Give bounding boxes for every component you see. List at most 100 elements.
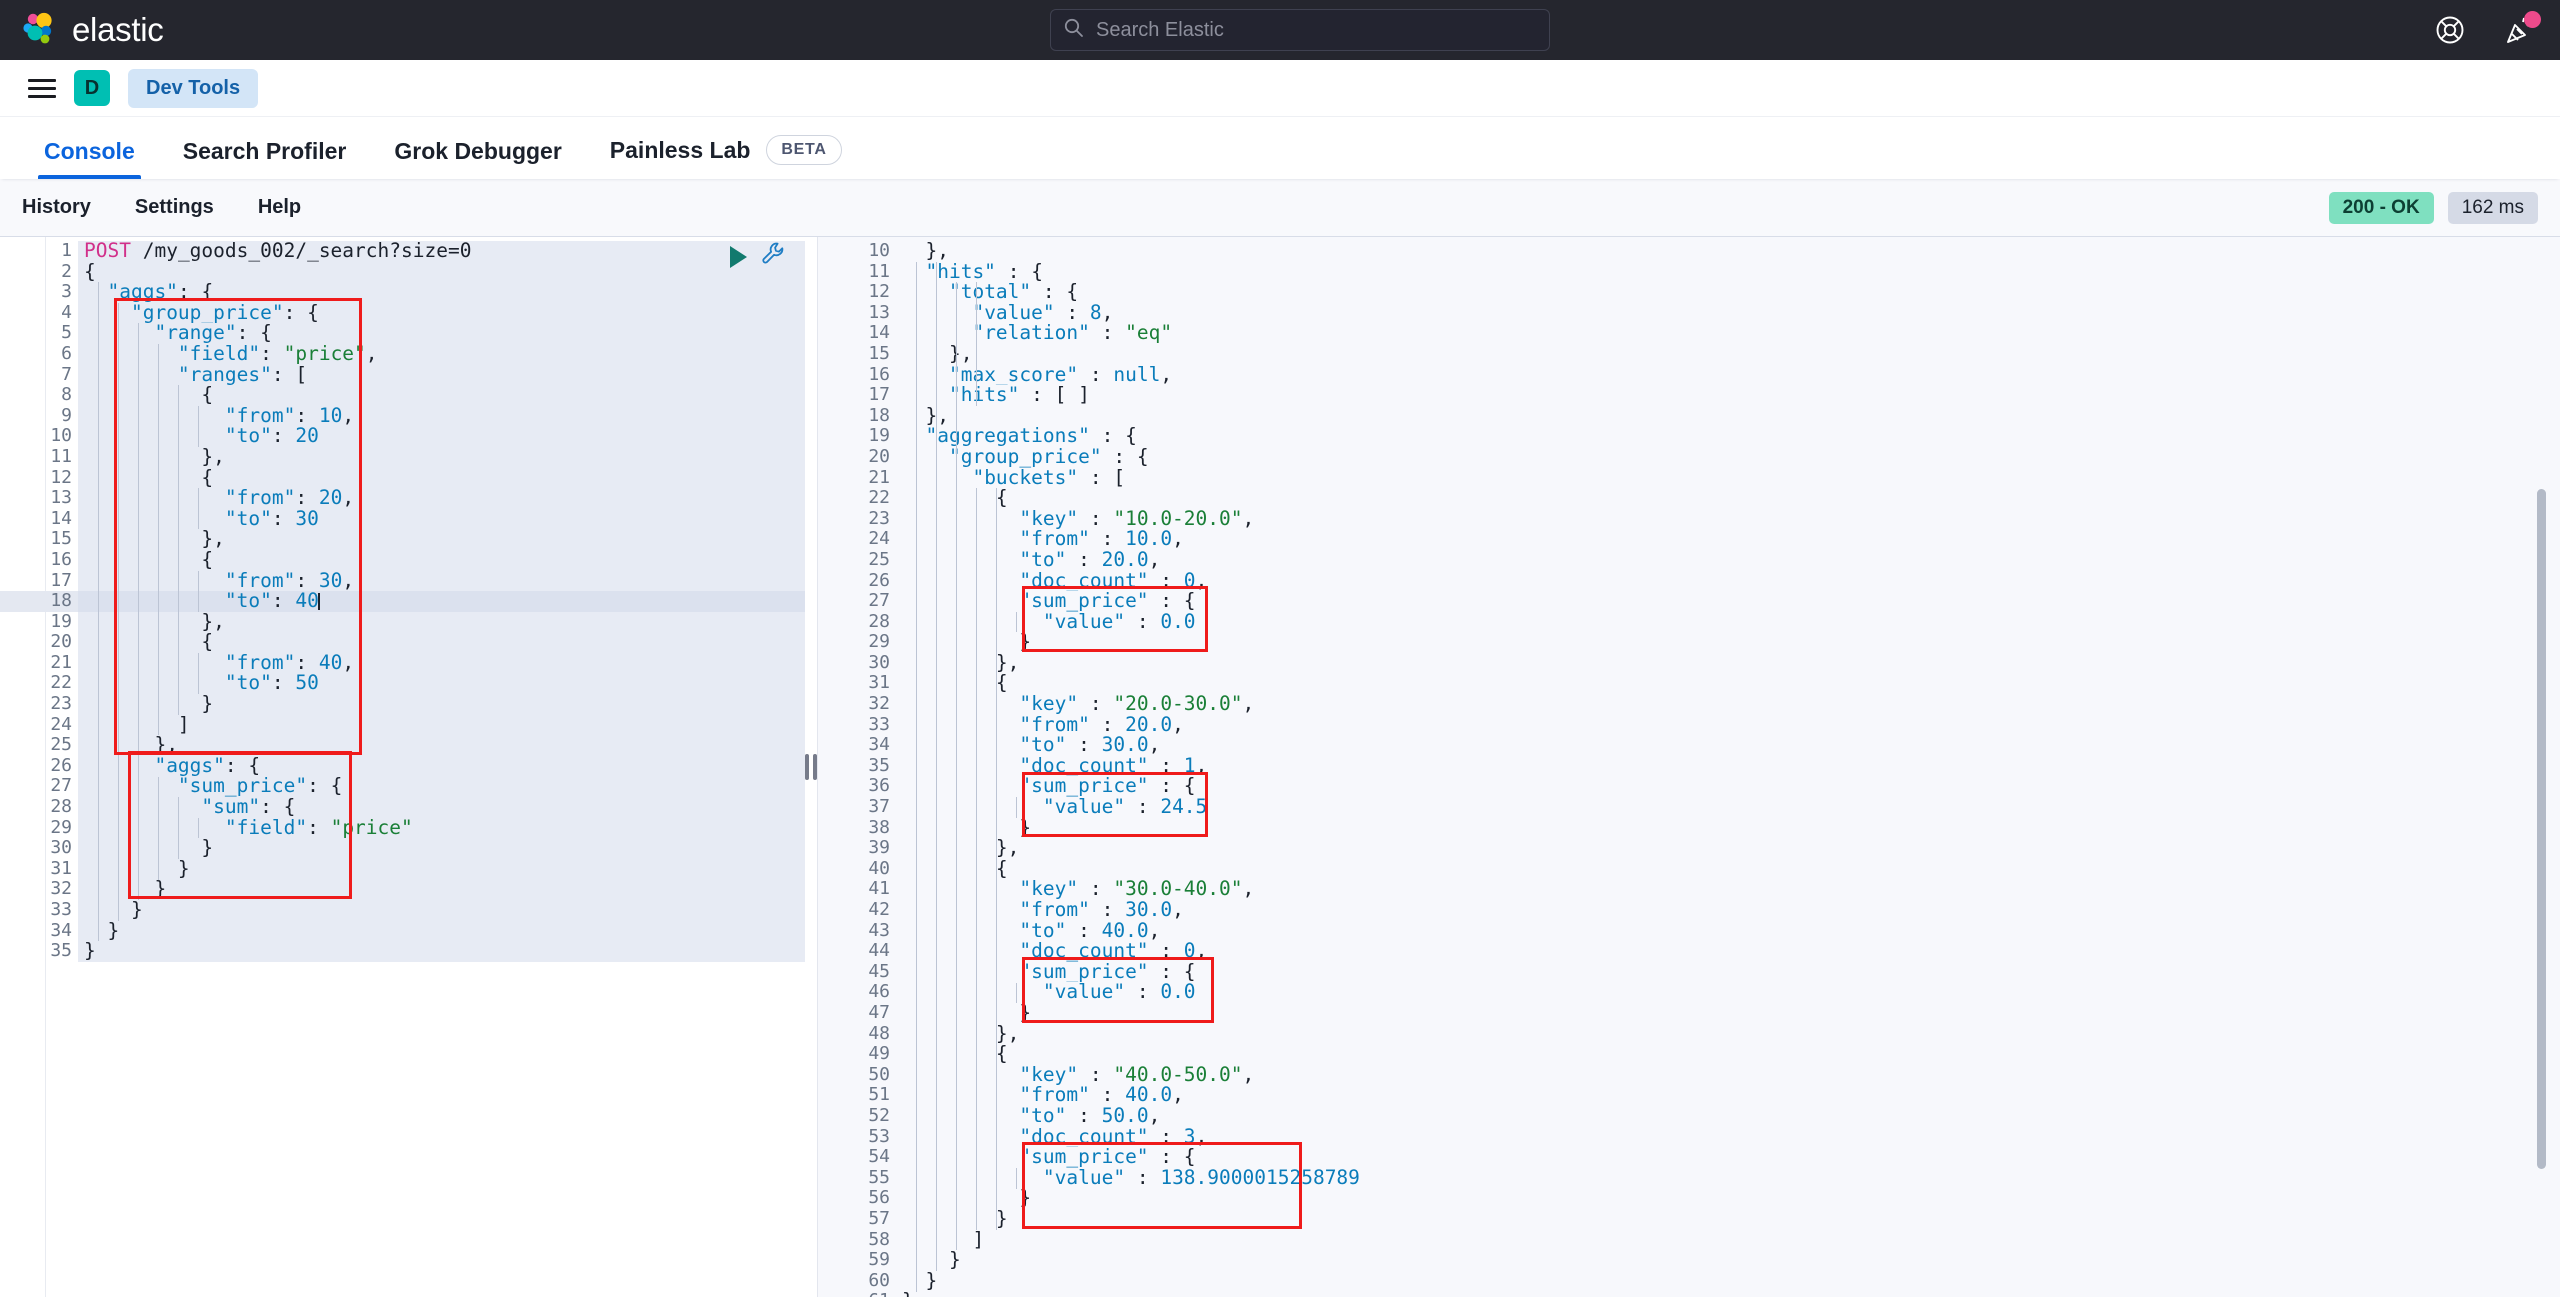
code-line[interactable]: "value" : 8, (896, 302, 2560, 324)
code-line[interactable]: "aggs": { (78, 281, 805, 303)
code-line[interactable]: } (896, 1249, 2560, 1271)
response-scrollbar[interactable] (2537, 489, 2546, 1169)
announcements-icon[interactable] (2504, 11, 2541, 46)
breadcrumb-dev-tools[interactable]: Dev Tools (128, 68, 259, 108)
response-code[interactable]: 10▴11▾12▾131415▴161718▴19▾20▾21▾22▾23242… (818, 237, 2560, 1297)
code-line[interactable]: } (896, 1290, 2560, 1297)
code-line[interactable]: }, (78, 446, 805, 468)
tab-console[interactable]: Console (20, 138, 159, 179)
code-line[interactable]: "from": 20, (78, 487, 805, 509)
help-icon[interactable] (2434, 14, 2466, 46)
code-line[interactable]: { (78, 384, 805, 406)
code-line[interactable]: }, (78, 734, 805, 756)
code-line[interactable]: }, (896, 240, 2560, 262)
code-line[interactable]: "from": 10, (78, 405, 805, 427)
menu-icon[interactable] (28, 74, 56, 102)
run-request-button[interactable] (730, 245, 747, 268)
code-line[interactable]: } (78, 879, 805, 900)
code-line[interactable]: } (78, 693, 805, 715)
code-line[interactable]: "key" : "30.0-40.0", (896, 879, 2560, 900)
code-line[interactable]: "value" : 0.0 (896, 982, 2560, 1003)
code-line[interactable]: } (78, 899, 805, 921)
code-line[interactable]: "group_price" : { (896, 446, 2560, 468)
code-line[interactable]: } (896, 1270, 2560, 1292)
pane-splitter[interactable] (805, 237, 817, 1297)
code-line[interactable]: "value" : 24.5 (896, 796, 2560, 818)
code-line[interactable]: } (78, 920, 805, 942)
code-line[interactable]: "from" : 30.0, (896, 899, 2560, 921)
code-line[interactable]: ] (78, 714, 805, 736)
code-line[interactable]: "total" : { (896, 281, 2560, 303)
search-input[interactable]: Search Elastic (1096, 19, 1224, 42)
code-line[interactable]: }, (896, 343, 2560, 365)
response-lines[interactable]: }, "hits" : { "total" : { "value" : 8, "… (896, 240, 2560, 1297)
code-line[interactable]: }, (896, 405, 2560, 427)
code-line[interactable]: "from" : 40.0, (896, 1085, 2560, 1106)
code-line[interactable]: "value" : 138.9000015258789 (896, 1167, 2560, 1189)
code-line[interactable]: "aggregations" : { (896, 426, 2560, 447)
code-line[interactable]: "key" : "10.0-20.0", (896, 508, 2560, 530)
code-line[interactable]: "doc_count" : 0, (896, 570, 2560, 592)
brand[interactable]: elastic (20, 11, 164, 49)
code-line[interactable]: "sum_price": { (78, 776, 805, 798)
code-line[interactable]: } (896, 817, 2560, 839)
code-line[interactable]: "doc_count" : 0, (896, 940, 2560, 962)
tab-grok-debugger[interactable]: Grok Debugger (370, 138, 585, 179)
code-line[interactable]: "key" : "40.0-50.0", (896, 1064, 2560, 1086)
code-line[interactable]: } (896, 1002, 2560, 1024)
response-line-numbers[interactable]: 10▴11▾12▾131415▴161718▴19▾20▾21▾22▾23242… (818, 240, 908, 1297)
code-line[interactable]: "range": { (78, 323, 805, 344)
code-line[interactable]: "relation" : "eq" (896, 323, 2560, 344)
response-viewer-pane[interactable]: 10▴11▾12▾131415▴161718▴19▾20▾21▾22▾23242… (817, 237, 2560, 1297)
code-line[interactable]: "field": "price", (78, 343, 805, 365)
request-code[interactable]: 12▾3▾4▾5▾67▾8▾91011▴12▾131415▴16▾171819▴… (0, 237, 805, 962)
code-line[interactable]: "sum_price" : { (896, 776, 2560, 798)
code-line[interactable]: "key" : "20.0-30.0", (896, 693, 2560, 715)
code-line[interactable]: { (896, 858, 2560, 880)
code-line[interactable]: "hits" : [ ] (896, 384, 2560, 406)
code-line[interactable]: "to" : 30.0, (896, 734, 2560, 756)
code-line[interactable]: "aggs": { (78, 755, 805, 777)
code-line[interactable]: } (78, 858, 805, 880)
code-line[interactable]: "from": 30, (78, 570, 805, 592)
code-line[interactable]: "from" : 10.0, (896, 529, 2560, 550)
code-line[interactable]: "value" : 0.0 (896, 611, 2560, 633)
code-line[interactable]: "from" : 20.0, (896, 714, 2560, 736)
code-line[interactable]: "doc_count" : 1, (896, 755, 2560, 777)
code-line[interactable]: }, (896, 652, 2560, 674)
code-line[interactable]: "to" : 20.0, (896, 549, 2560, 571)
history-button[interactable]: History (22, 196, 91, 219)
code-line[interactable]: { (78, 467, 805, 489)
code-line[interactable]: "doc_count" : 3, (896, 1126, 2560, 1148)
code-line[interactable]: "to" : 40.0, (896, 920, 2560, 942)
request-editor-pane[interactable]: 12▾3▾4▾5▾67▾8▾91011▴12▾131415▴16▾171819▴… (0, 237, 805, 1297)
code-line[interactable]: }, (78, 611, 805, 633)
global-search[interactable]: Search Elastic (1050, 9, 1550, 51)
code-line[interactable]: "to": 40 (78, 590, 805, 612)
code-line[interactable]: POST /my_goods_002/_search?size=0 (78, 240, 805, 262)
code-line[interactable]: } (896, 1188, 2560, 1209)
code-line[interactable]: } (896, 631, 2560, 653)
code-line[interactable]: { (896, 673, 2560, 695)
code-line[interactable]: "from": 40, (78, 652, 805, 674)
code-line[interactable]: }, (896, 1023, 2560, 1045)
space-avatar[interactable]: D (74, 70, 110, 106)
code-line[interactable]: "group_price": { (78, 302, 805, 324)
code-line[interactable]: { (896, 487, 2560, 509)
code-line[interactable]: { (896, 1043, 2560, 1065)
code-line[interactable]: "to": 30 (78, 508, 805, 530)
code-line[interactable]: "max_score" : null, (896, 364, 2560, 386)
code-line[interactable]: "sum_price" : { (896, 1146, 2560, 1168)
code-line[interactable]: "hits" : { (896, 261, 2560, 283)
code-line[interactable]: "sum": { (78, 796, 805, 818)
code-line[interactable]: { (78, 631, 805, 653)
code-line[interactable]: }, (78, 529, 805, 550)
code-line[interactable]: ] (896, 1229, 2560, 1251)
code-line[interactable]: "to": 20 (78, 426, 805, 447)
code-line[interactable]: } (896, 1208, 2560, 1230)
code-line[interactable]: } (78, 837, 805, 859)
code-line[interactable]: "to": 50 (78, 673, 805, 695)
code-line[interactable]: { (78, 261, 805, 283)
code-line[interactable]: "sum_price" : { (896, 961, 2560, 983)
code-line[interactable]: "sum_price" : { (896, 590, 2560, 612)
